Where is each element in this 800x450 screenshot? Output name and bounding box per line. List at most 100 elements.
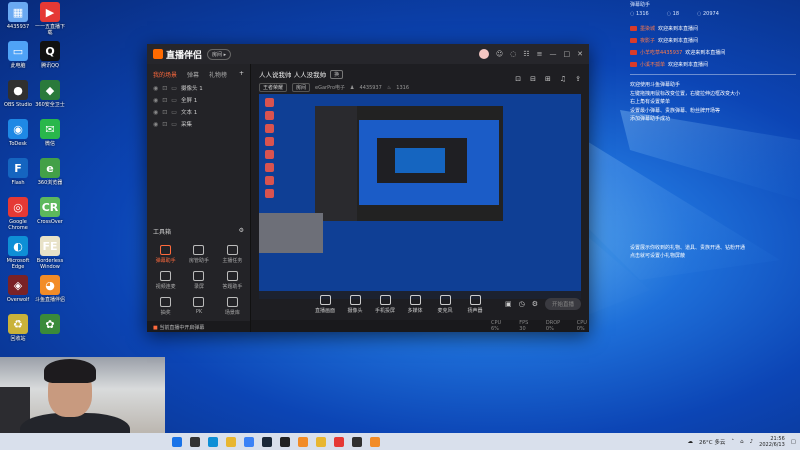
room-badge[interactable]: 房间 ▸	[207, 48, 232, 60]
desktop-shortcut[interactable]: ✿	[33, 314, 67, 336]
eye-icon[interactable]: ◉	[153, 97, 158, 104]
eye-icon[interactable]: ◉	[153, 121, 158, 128]
left-tabs: 我的场景 弹幕 礼物榜 +	[147, 64, 250, 82]
volume-icon[interactable]: ♪	[750, 439, 754, 445]
change-title-button[interactable]: 换	[330, 69, 344, 79]
desktop-shortcut[interactable]: ◉ ToDesk	[1, 119, 35, 147]
source-control-button[interactable]: 手机投屏	[375, 295, 395, 314]
chat-username[interactable]: 小溪不孤单	[640, 61, 665, 68]
user-avatar[interactable]	[478, 49, 489, 59]
eye-icon[interactable]: ◉	[153, 109, 158, 116]
notification-icon[interactable]: ▢	[791, 439, 796, 445]
folder-task-icon[interactable]	[316, 436, 326, 447]
clock[interactable]: 21:56 2022/6/13	[759, 436, 785, 448]
desktop-shortcut[interactable]: ▦ 4435937	[1, 2, 35, 30]
clock-icon[interactable]: ◷	[519, 300, 525, 308]
desktop-shortcut[interactable]: ♻ 回收站	[1, 314, 35, 342]
source-control-button[interactable]: 扬声器	[465, 295, 485, 314]
desktop-shortcut[interactable]: CR CrossOver	[33, 197, 67, 225]
start-icon[interactable]	[172, 436, 182, 447]
tool-button[interactable]: 场景库	[216, 297, 249, 316]
record-icon[interactable]: ▣	[505, 300, 512, 308]
face-icon[interactable]: ☺	[496, 50, 503, 58]
start-stream-button[interactable]: 开始直播	[544, 298, 581, 310]
scene-item[interactable]: ◉ ⊡ ▭ 采集	[147, 118, 250, 130]
source-control-button[interactable]: 多媒体	[405, 295, 425, 314]
tab-1[interactable]: 弹幕	[187, 70, 199, 79]
chevron-up-icon[interactable]: ˄	[731, 439, 734, 445]
scene-item[interactable]: ◉ ⊡ ▭ 全屏 1	[147, 94, 250, 106]
room-tool-icon[interactable]: ⊡	[515, 75, 521, 83]
desktop-shortcut[interactable]: ✉ 微信	[33, 119, 67, 147]
desktop-shortcut[interactable]: ▶ 一一五直播下载	[33, 2, 67, 36]
obs-task-icon[interactable]	[352, 436, 362, 447]
maximize-icon[interactable]: □	[564, 50, 571, 58]
desktop-shortcut[interactable]: ● OBS Studio	[1, 80, 35, 108]
app-task-icon[interactable]	[370, 436, 380, 447]
steam-icon[interactable]	[262, 436, 272, 447]
tool-button[interactable]: 弹幕助手	[149, 245, 182, 264]
douyu-task-icon[interactable]	[298, 436, 308, 447]
desktop-shortcut[interactable]: ◎ Google Chrome	[1, 197, 35, 231]
scene-item[interactable]: ◉ ⊡ ▭ 文本 1	[147, 106, 250, 118]
desktop-shortcut[interactable]: ◕ 斗鱼直播伴侣	[33, 275, 67, 303]
desktop-shortcut[interactable]: F Flash	[1, 158, 35, 186]
chat-username[interactable]: 夜影子	[640, 37, 655, 44]
room-title[interactable]: 人人说我帅 人人没我帅	[259, 69, 326, 79]
tool-button[interactable]: 抽奖	[149, 297, 182, 316]
preview-webcam	[259, 213, 323, 253]
desktop-shortcut[interactable]: ◆ 360安全卫士	[33, 80, 67, 108]
desktop-shortcut[interactable]: FE Borderless Window	[33, 236, 67, 270]
chat-username[interactable]: 小羊吃草4435937	[640, 49, 682, 56]
tab-2[interactable]: 礼物榜	[209, 70, 227, 79]
gear-icon[interactable]: ⚙	[239, 227, 244, 236]
tool-button[interactable]: 答题助手	[216, 271, 249, 290]
add-scene-icon[interactable]: +	[239, 70, 244, 79]
scene-item[interactable]: ◉ ⊡ ▭ 摄像头 1	[147, 82, 250, 94]
qq-task-icon[interactable]	[280, 436, 290, 447]
menu-icon[interactable]: ≡	[537, 50, 543, 58]
weather[interactable]: 26°C 多云	[699, 438, 725, 446]
lock-icon[interactable]: ⊡	[162, 109, 167, 116]
lock-icon[interactable]: ⊡	[162, 85, 167, 92]
explorer-icon[interactable]	[226, 436, 236, 447]
chat-task-icon[interactable]	[244, 436, 254, 447]
video-task-icon[interactable]	[334, 436, 344, 447]
source-type-icon: ▭	[171, 120, 177, 128]
tool-button[interactable]: 房管助手	[182, 245, 215, 264]
room-tool-icon[interactable]: ⊟	[530, 75, 536, 83]
desktop-shortcut[interactable]: Q 腾讯QQ	[33, 41, 67, 69]
settings-icon[interactable]: ⚙	[532, 300, 538, 308]
minimize-icon[interactable]: —	[550, 50, 557, 58]
room-tool-icon[interactable]: ⊞	[545, 75, 551, 83]
tool-button[interactable]: 视频连麦	[149, 271, 182, 290]
edge-task-icon[interactable]	[208, 436, 218, 447]
source-control-button[interactable]: 麦克风	[435, 295, 455, 314]
lock-icon[interactable]: ⊡	[162, 121, 167, 128]
network-icon[interactable]: ⌂	[740, 439, 744, 445]
desktop-shortcut[interactable]: e 360浏览器	[33, 158, 67, 186]
tab-0[interactable]: 我的场景	[153, 70, 177, 79]
fire-icon: ♨	[386, 84, 392, 91]
tool-label: 房管助手	[188, 258, 209, 264]
tool-button[interactable]: 主播任务	[216, 245, 249, 264]
lock-icon[interactable]: ⊡	[162, 97, 167, 104]
room-tool-icon[interactable]: ♫	[560, 75, 566, 83]
tool-button[interactable]: PK	[182, 297, 215, 316]
tool-button[interactable]: 录屏	[182, 271, 215, 290]
room-tool-icon[interactable]: ⇪	[575, 75, 581, 83]
source-control-button[interactable]: 直播画面	[315, 295, 335, 314]
search-icon[interactable]	[190, 436, 200, 447]
close-icon[interactable]: ✕	[577, 50, 583, 58]
desktop-shortcut[interactable]: ◐ Microsoft Edge	[1, 236, 35, 270]
desktop-shortcut[interactable]: ▭ 此电脑	[1, 41, 35, 69]
help-icon[interactable]: ◌	[510, 50, 516, 58]
room-status-pill[interactable]: 房间	[292, 83, 311, 92]
desktop-shortcut[interactable]: ◈ Overwolf	[1, 275, 35, 303]
skin-icon[interactable]: ☷	[523, 50, 529, 58]
eye-icon[interactable]: ◉	[153, 85, 158, 92]
source-control-button[interactable]: 摄像头	[345, 295, 365, 314]
stream-preview[interactable]	[259, 94, 581, 299]
chat-username[interactable]: 墨染城	[640, 25, 655, 32]
category-pill[interactable]: 王者荣耀	[259, 83, 288, 92]
